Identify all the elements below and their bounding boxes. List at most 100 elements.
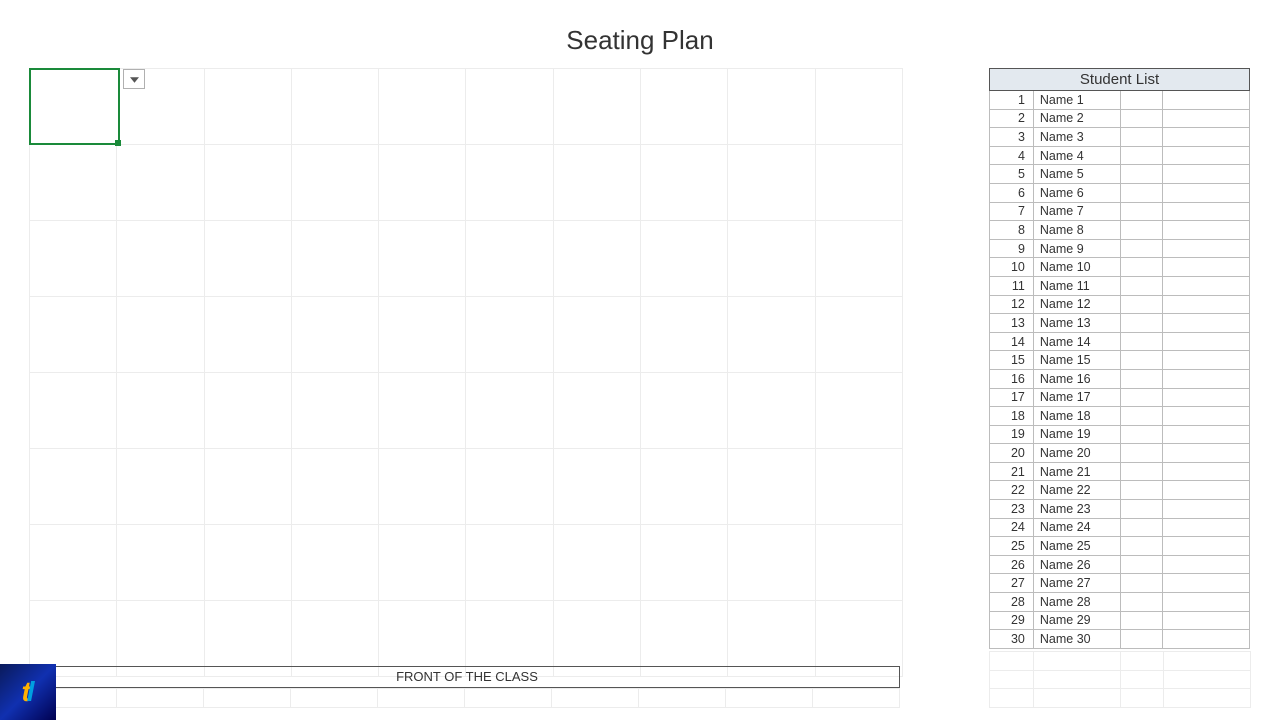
empty-cell[interactable] <box>1120 146 1163 165</box>
seat-cell[interactable] <box>30 525 117 601</box>
empty-cell[interactable] <box>1120 611 1163 630</box>
empty-cell[interactable] <box>1163 444 1250 463</box>
table-row[interactable]: 29Name 29 <box>990 611 1250 630</box>
empty-cell[interactable] <box>1120 314 1163 333</box>
table-row[interactable]: 17Name 17 <box>990 388 1250 407</box>
sheet-cell[interactable] <box>552 689 639 708</box>
sheet-background-grid[interactable] <box>989 651 1251 708</box>
empty-cell[interactable] <box>1120 500 1163 519</box>
sheet-cell[interactable] <box>639 689 726 708</box>
table-row[interactable]: 28Name 28 <box>990 593 1250 612</box>
seat-cell[interactable] <box>379 449 466 525</box>
empty-cell[interactable] <box>1120 481 1163 500</box>
front-of-class-cell[interactable] <box>30 667 900 688</box>
seat-cell[interactable] <box>379 69 466 145</box>
table-row[interactable]: 3Name 3 <box>990 128 1250 147</box>
table-row[interactable]: 15Name 15 <box>990 351 1250 370</box>
sheet-cell[interactable] <box>1164 652 1251 671</box>
table-row[interactable]: 18Name 18 <box>990 407 1250 426</box>
seat-cell[interactable] <box>204 221 291 297</box>
seat-cell[interactable] <box>466 525 553 601</box>
sheet-cell[interactable] <box>1034 652 1121 671</box>
table-row[interactable]: 23Name 23 <box>990 500 1250 519</box>
seat-cell[interactable] <box>728 373 815 449</box>
sheet-cell[interactable] <box>1121 670 1164 689</box>
empty-cell[interactable] <box>1163 165 1250 184</box>
empty-cell[interactable] <box>1163 611 1250 630</box>
empty-cell[interactable] <box>1163 221 1250 240</box>
empty-cell[interactable] <box>1120 369 1163 388</box>
empty-cell[interactable] <box>1163 202 1250 221</box>
seat-cell[interactable] <box>728 297 815 373</box>
empty-cell[interactable] <box>1120 183 1163 202</box>
seat-cell[interactable] <box>815 145 902 221</box>
sheet-cell[interactable] <box>378 689 465 708</box>
seat-cell[interactable] <box>30 145 117 221</box>
empty-cell[interactable] <box>1120 221 1163 240</box>
seat-cell[interactable] <box>553 297 640 373</box>
front-of-class-row[interactable] <box>29 666 900 688</box>
empty-cell[interactable] <box>1120 109 1163 128</box>
seat-cell[interactable] <box>553 373 640 449</box>
seat-cell[interactable] <box>379 525 466 601</box>
table-row[interactable]: 9Name 9 <box>990 239 1250 258</box>
table-row[interactable]: 8Name 8 <box>990 221 1250 240</box>
seat-cell[interactable] <box>553 449 640 525</box>
seat-cell[interactable] <box>466 221 553 297</box>
empty-cell[interactable] <box>1163 388 1250 407</box>
sheet-cell[interactable] <box>1164 689 1251 708</box>
seat-cell[interactable] <box>641 145 728 221</box>
table-row[interactable]: 19Name 19 <box>990 425 1250 444</box>
sheet-cell[interactable] <box>990 689 1034 708</box>
seat-cell[interactable] <box>553 221 640 297</box>
fill-handle[interactable] <box>115 140 121 146</box>
seat-cell[interactable] <box>117 145 204 221</box>
empty-cell[interactable] <box>1120 128 1163 147</box>
empty-cell[interactable] <box>1120 91 1163 110</box>
empty-cell[interactable] <box>1120 165 1163 184</box>
seat-cell[interactable] <box>379 373 466 449</box>
seat-cell[interactable] <box>728 525 815 601</box>
seat-cell[interactable] <box>641 221 728 297</box>
empty-cell[interactable] <box>1163 146 1250 165</box>
seat-cell[interactable] <box>815 449 902 525</box>
seat-cell[interactable] <box>466 449 553 525</box>
table-row[interactable]: 5Name 5 <box>990 165 1250 184</box>
sheet-cell[interactable] <box>204 689 291 708</box>
seat-cell[interactable] <box>379 297 466 373</box>
sheet-cell[interactable] <box>1121 689 1164 708</box>
seat-cell[interactable] <box>728 69 815 145</box>
empty-cell[interactable] <box>1120 444 1163 463</box>
seat-cell[interactable] <box>204 525 291 601</box>
seat-cell[interactable] <box>30 221 117 297</box>
empty-cell[interactable] <box>1120 407 1163 426</box>
empty-cell[interactable] <box>1163 593 1250 612</box>
empty-cell[interactable] <box>1120 537 1163 556</box>
seat-cell[interactable] <box>728 221 815 297</box>
sheet-cell[interactable] <box>465 689 552 708</box>
table-row[interactable]: 1Name 1 <box>990 91 1250 110</box>
seat-cell[interactable] <box>291 221 378 297</box>
empty-cell[interactable] <box>1163 239 1250 258</box>
empty-cell[interactable] <box>1163 462 1250 481</box>
seat-cell[interactable] <box>815 525 902 601</box>
empty-cell[interactable] <box>1120 351 1163 370</box>
empty-cell[interactable] <box>1163 128 1250 147</box>
sheet-cell[interactable] <box>990 652 1034 671</box>
seat-cell[interactable] <box>291 373 378 449</box>
seat-cell[interactable] <box>379 145 466 221</box>
table-row[interactable]: 25Name 25 <box>990 537 1250 556</box>
sheet-cell[interactable] <box>726 689 813 708</box>
empty-cell[interactable] <box>1163 481 1250 500</box>
table-row[interactable]: 2Name 2 <box>990 109 1250 128</box>
empty-cell[interactable] <box>1120 239 1163 258</box>
seat-cell[interactable] <box>553 145 640 221</box>
sheet-cell[interactable] <box>1034 689 1121 708</box>
seat-cell[interactable] <box>553 525 640 601</box>
table-row[interactable]: 20Name 20 <box>990 444 1250 463</box>
sheet-cell[interactable] <box>117 689 204 708</box>
table-row[interactable]: 21Name 21 <box>990 462 1250 481</box>
seat-cell[interactable] <box>815 221 902 297</box>
seat-cell[interactable] <box>379 221 466 297</box>
seat-cell[interactable] <box>641 297 728 373</box>
